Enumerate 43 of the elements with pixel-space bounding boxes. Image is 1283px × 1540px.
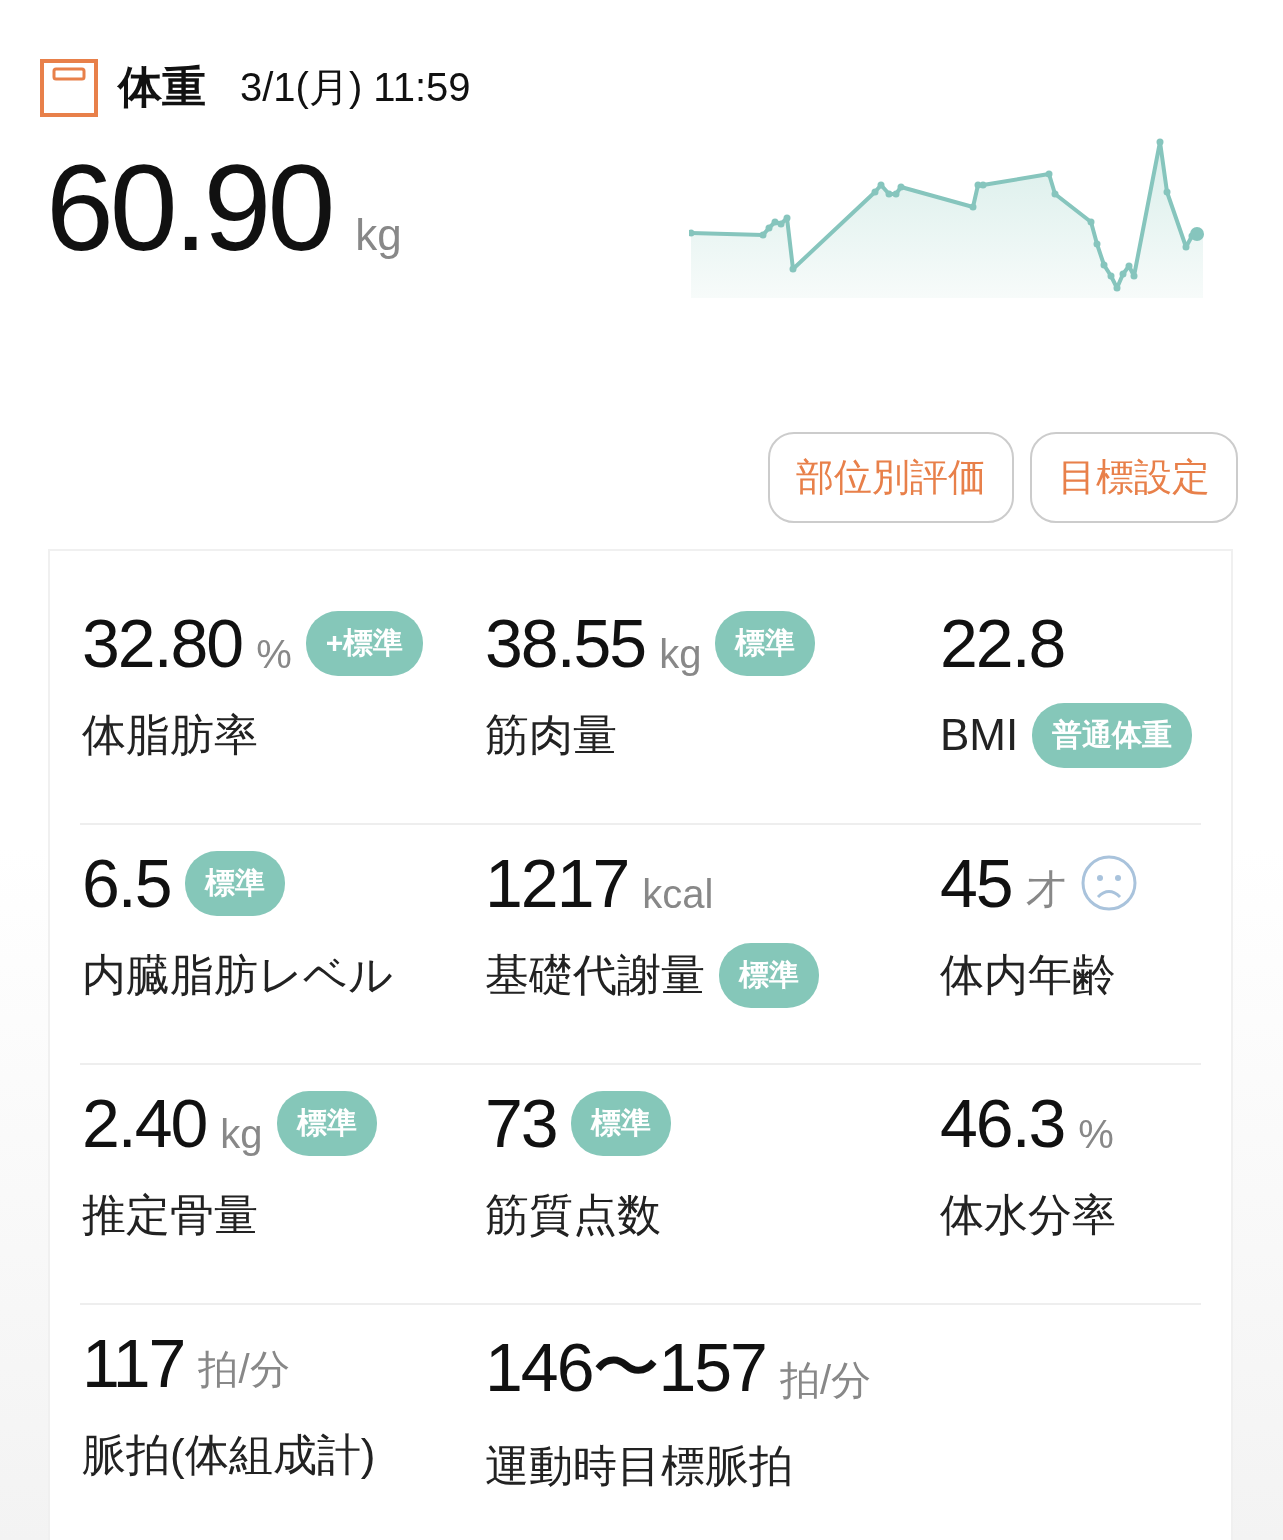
metric-value: 22.8 xyxy=(940,604,1065,682)
weight-unit: kg xyxy=(355,210,402,260)
status-badge: +標準 xyxy=(305,610,424,676)
metric-value: 45 xyxy=(940,844,1012,922)
status-badge: 標準 xyxy=(184,850,285,916)
metric-label: 体水分率 xyxy=(940,1188,1116,1241)
status-badge: 標準 xyxy=(276,1090,377,1156)
metric-unit: 才 xyxy=(1025,866,1066,913)
status-badge: 標準 xyxy=(570,1090,671,1156)
action-button[interactable]: 目標設定 xyxy=(1030,432,1238,523)
metric-label: 推定骨量 xyxy=(82,1188,258,1241)
status-badge: 標準 xyxy=(715,610,816,676)
weight-value: 60.90 xyxy=(46,147,332,269)
action-button[interactable]: 部位別評価 xyxy=(768,432,1014,523)
metric-label: 筋肉量 xyxy=(485,708,617,761)
metric-unit: kcal xyxy=(642,872,714,917)
metric-value: 38.55 xyxy=(485,604,646,682)
metric-label: BMI xyxy=(940,710,1019,760)
measurement-datetime: 3/1(月) 11:59 xyxy=(240,64,471,111)
metric-unit: 拍/分 xyxy=(779,1357,872,1404)
metric-value: 6.5 xyxy=(82,844,171,922)
metric-label: 筋質点数 xyxy=(485,1188,661,1241)
metric-value: 1217 xyxy=(485,844,629,922)
metric-value: 46.3 xyxy=(940,1084,1065,1162)
metric-value: 117 xyxy=(82,1324,185,1402)
metric-unit: % xyxy=(1078,1112,1114,1157)
status-badge: 普通体重 xyxy=(1032,702,1193,768)
metric-unit: kg xyxy=(220,1112,263,1157)
metric-unit: % xyxy=(256,632,292,677)
status-badge: 標準 xyxy=(719,942,819,1008)
metric-label: 内臓脂肪レベル xyxy=(82,948,393,1001)
metric-value: 32.80 xyxy=(82,604,243,682)
metric-label: 脈拍(体組成計) xyxy=(82,1428,376,1481)
metric-label: 基礎代謝量 xyxy=(485,948,705,1001)
metric-unit: kg xyxy=(659,632,702,677)
page-title: 体重 xyxy=(118,61,206,113)
metric-unit: 拍/分 xyxy=(198,1346,290,1393)
metric-value: 146〜157 xyxy=(485,1328,766,1407)
metric-label: 体内年齢 xyxy=(940,948,1116,1001)
metric-value: 2.40 xyxy=(82,1084,207,1162)
metric-label: 体脂肪率 xyxy=(82,708,258,761)
metric-value: 73 xyxy=(485,1084,557,1162)
metric-label: 運動時目標脈拍 xyxy=(485,1439,793,1492)
